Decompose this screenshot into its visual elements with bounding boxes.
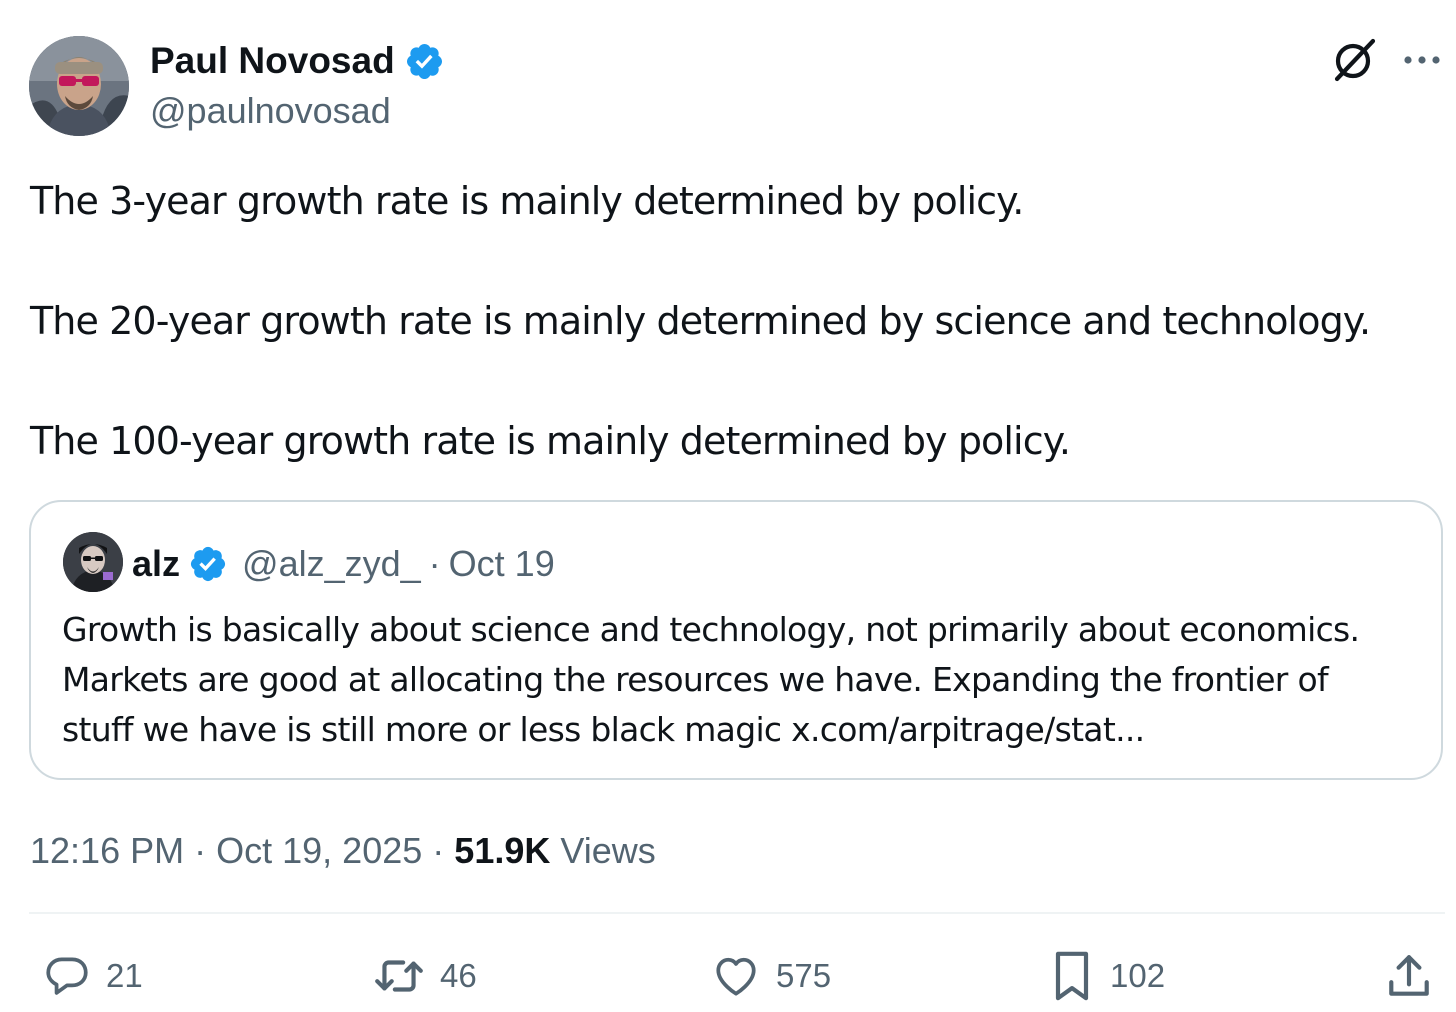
- grok-icon[interactable]: [1331, 35, 1379, 83]
- quote-text-line-1: Growth is basically about science and te…: [62, 610, 1360, 649]
- quote-author-handle[interactable]: @alz_zyd_: [242, 543, 421, 585]
- author-name-text[interactable]: Paul Novosad: [150, 36, 395, 86]
- like-count: 575: [776, 957, 832, 994]
- meta-separator-2: ·: [432, 830, 445, 871]
- reply-icon[interactable]: [42, 951, 92, 1001]
- quote-separator: ·: [428, 543, 441, 584]
- author-avatar[interactable]: [29, 36, 129, 136]
- tweet-meta: 12:16 PM · Oct 19, 2025 · 51.9K Views: [30, 826, 656, 876]
- quote-header: alz @alz_zyd_ · Oct 19: [132, 540, 555, 588]
- tweet-text-line-3: The 100-year growth rate is mainly deter…: [30, 419, 1071, 463]
- meta-separator-1: ·: [194, 830, 207, 871]
- like-button[interactable]: 575: [710, 948, 831, 1004]
- author-handle[interactable]: @paulnovosad: [150, 88, 391, 134]
- share-button[interactable]: [1384, 948, 1434, 1004]
- quote-author-avatar[interactable]: [63, 532, 123, 592]
- bookmark-button[interactable]: 102: [1048, 948, 1165, 1004]
- quote-text-line-2: Markets are good at allocating the resou…: [62, 660, 1329, 699]
- repost-icon[interactable]: [372, 951, 426, 1001]
- tweet-time[interactable]: 12:16 PM: [30, 830, 184, 871]
- tweet-text-line-2: The 20-year growth rate is mainly determ…: [30, 299, 1371, 343]
- quote-author-name[interactable]: alz: [132, 543, 180, 585]
- like-icon[interactable]: [710, 951, 762, 1001]
- share-icon[interactable]: [1384, 951, 1434, 1001]
- author-name[interactable]: Paul Novosad: [150, 36, 445, 86]
- verified-badge-icon[interactable]: [404, 41, 445, 82]
- quote-text: Growth is basically about science and te…: [62, 605, 1432, 755]
- views-label: Views: [560, 830, 656, 871]
- divider: [29, 912, 1445, 914]
- tweet-date[interactable]: Oct 19, 2025: [216, 830, 422, 871]
- views-count: 51.9K: [454, 830, 551, 871]
- bookmark-icon[interactable]: [1048, 948, 1096, 1004]
- repost-button[interactable]: 46: [372, 948, 477, 1004]
- reply-count: 21: [106, 957, 143, 994]
- quoted-tweet-card[interactable]: alz @alz_zyd_ · Oct 19 Growth is basical…: [29, 500, 1443, 780]
- tweet-text-line-1: The 3-year growth rate is mainly determi…: [30, 179, 1024, 223]
- quote-date[interactable]: Oct 19: [449, 543, 555, 585]
- quote-verified-badge-icon[interactable]: [188, 544, 228, 584]
- reply-button[interactable]: 21: [42, 948, 143, 1004]
- bookmark-count: 102: [1110, 957, 1166, 994]
- more-icon[interactable]: [1400, 40, 1444, 80]
- repost-count: 46: [440, 957, 477, 994]
- quote-text-line-3: stuff we have is still more or less blac…: [62, 710, 1145, 749]
